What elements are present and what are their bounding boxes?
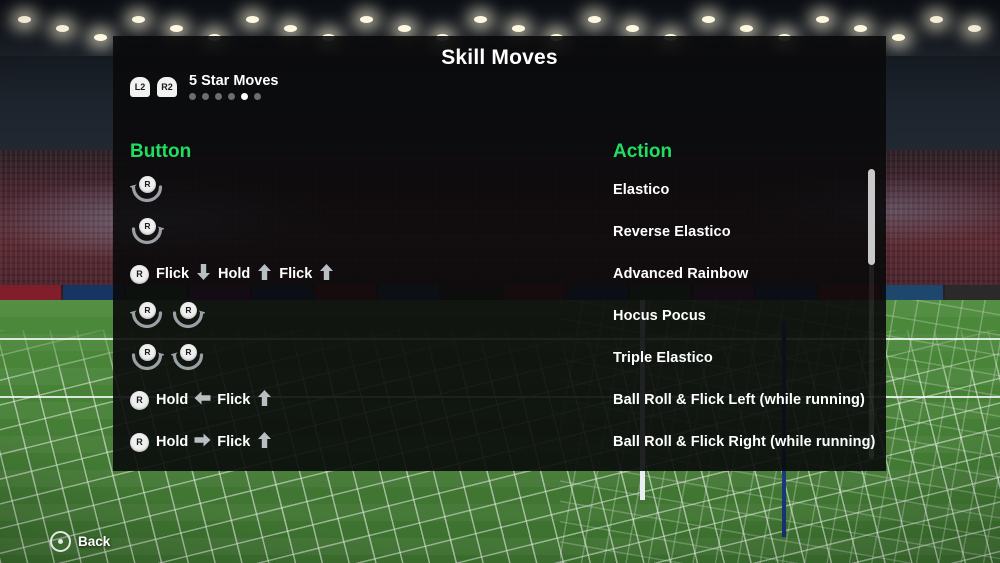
button-combo-cell: R Flick Hold Flick bbox=[130, 253, 334, 295]
button-combo-cell: R Hold Flick bbox=[130, 421, 272, 459]
page-dot-5[interactable] bbox=[241, 93, 248, 100]
action-label: Ball Roll & Flick Left (while running) bbox=[613, 392, 865, 408]
page-dots[interactable] bbox=[189, 93, 278, 100]
circle-button-icon bbox=[50, 531, 71, 552]
floodlight-lamp bbox=[170, 25, 183, 32]
right-stick-rotate-icon: R bbox=[130, 301, 164, 331]
right-stick-rotate-icon: R bbox=[130, 343, 164, 373]
action-label: Elastico bbox=[613, 182, 670, 198]
page-dot-6[interactable] bbox=[254, 93, 261, 100]
arrow-up-icon bbox=[257, 263, 272, 286]
combo-keyword: Flick bbox=[217, 434, 251, 450]
floodlight-lamp bbox=[702, 16, 715, 23]
combo-keyword: Flick bbox=[156, 266, 190, 282]
floodlight-lamp bbox=[816, 16, 829, 23]
page-dot-4[interactable] bbox=[228, 93, 235, 100]
floodlight-lamp bbox=[512, 25, 525, 32]
arrow-up-icon bbox=[319, 263, 334, 286]
right-stick-label: R bbox=[139, 302, 156, 319]
skill-move-row[interactable]: R Flick Hold Flick Advanced Rainbow bbox=[113, 253, 886, 295]
combo-keyword: Hold bbox=[156, 434, 189, 450]
floodlight-lamp bbox=[474, 16, 487, 23]
floodlight-lamp bbox=[398, 25, 411, 32]
action-label: Ball Roll & Flick Right (while running) bbox=[613, 434, 876, 450]
button-combo-cell: R bbox=[130, 211, 164, 253]
scrollbar[interactable] bbox=[868, 169, 875, 459]
combo-keyword: Hold bbox=[156, 392, 189, 408]
right-stick-label: R bbox=[180, 302, 197, 319]
page-label-group: 5 Star Moves bbox=[189, 74, 278, 100]
floodlight-lamp bbox=[18, 16, 31, 23]
skill-moves-list: R Elastico R Reverse Elastico R Flick Hold Flic… bbox=[113, 169, 886, 459]
right-stick-rotate-icon: R bbox=[171, 343, 205, 373]
combo-keyword: Flick bbox=[217, 392, 251, 408]
floodlight-lamp bbox=[132, 16, 145, 23]
right-stick-label: R bbox=[180, 344, 197, 361]
right-stick-label: R bbox=[139, 218, 156, 235]
page-dot-3[interactable] bbox=[215, 93, 222, 100]
back-label: Back bbox=[78, 534, 111, 549]
floodlight-lamp bbox=[56, 25, 69, 32]
arrow-up-icon bbox=[257, 431, 272, 454]
button-combo-cell: R bbox=[130, 169, 164, 211]
floodlight-lamp bbox=[246, 16, 259, 23]
action-label: Reverse Elastico bbox=[613, 224, 731, 240]
floodlight-lamp bbox=[94, 34, 107, 41]
back-button[interactable]: Back bbox=[50, 531, 110, 552]
right-stick-label: R bbox=[130, 432, 149, 452]
right-stick-label: R bbox=[139, 176, 156, 193]
skill-move-row[interactable]: R Elastico bbox=[113, 169, 886, 211]
right-stick-rotate-icon: R bbox=[171, 301, 205, 331]
button-combo-cell: RR bbox=[130, 295, 205, 337]
floodlight-lamp bbox=[854, 25, 867, 32]
action-label: Advanced Rainbow bbox=[613, 266, 749, 282]
floodlight-lamp bbox=[588, 16, 601, 23]
scrollbar-thumb[interactable] bbox=[868, 169, 875, 265]
skill-move-row[interactable]: R Hold Flick Ball Roll & Flick Right (while… bbox=[113, 421, 886, 459]
floodlight-lamp bbox=[930, 16, 943, 23]
arrow-left-icon bbox=[194, 389, 211, 412]
floodlight-lamp bbox=[892, 34, 905, 41]
page-dot-2[interactable] bbox=[202, 93, 209, 100]
arrow-down-icon bbox=[196, 263, 211, 286]
right-stick-icon: R bbox=[130, 390, 149, 410]
right-stick-rotate-icon: R bbox=[130, 175, 164, 205]
page-label: 5 Star Moves bbox=[189, 73, 279, 89]
floodlight-lamp bbox=[284, 25, 297, 32]
right-stick-label: R bbox=[139, 344, 156, 361]
floodlight-lamp bbox=[360, 16, 373, 23]
skill-move-row[interactable]: R R Hocus Pocus bbox=[113, 295, 886, 337]
combo-keyword: Flick bbox=[279, 266, 313, 282]
right-stick-label: R bbox=[130, 264, 149, 284]
button-combo-cell: R Hold Flick bbox=[130, 379, 272, 421]
right-stick-label: R bbox=[130, 390, 149, 410]
column-header-action: Action bbox=[613, 141, 673, 162]
combo-keyword: Hold bbox=[218, 266, 251, 282]
right-stick-icon: R bbox=[130, 432, 149, 452]
column-header-button: Button bbox=[130, 141, 192, 162]
right-stick-icon: R bbox=[130, 264, 149, 284]
r2-trigger-icon[interactable]: R2 bbox=[157, 77, 177, 97]
page-selector[interactable]: L2 R2 5 Star Moves bbox=[130, 74, 278, 100]
arrow-up-icon bbox=[257, 389, 272, 412]
floodlight-lamp bbox=[740, 25, 753, 32]
arrow-right-icon bbox=[194, 431, 211, 454]
floodlight-lamp bbox=[626, 25, 639, 32]
page-dot-1[interactable] bbox=[189, 93, 196, 100]
l2-trigger-icon[interactable]: L2 bbox=[130, 77, 150, 97]
skill-move-row[interactable]: R Hold Flick Ball Roll & Flick Left (while … bbox=[113, 379, 886, 421]
skill-move-row[interactable]: R Reverse Elastico bbox=[113, 211, 886, 253]
button-combo-cell: RR bbox=[130, 337, 205, 379]
action-label: Hocus Pocus bbox=[613, 308, 706, 324]
skill-moves-panel: Skill Moves L2 R2 5 Star Moves Button Ac… bbox=[113, 36, 886, 471]
right-stick-rotate-icon: R bbox=[130, 217, 164, 247]
action-label: Triple Elastico bbox=[613, 350, 713, 366]
floodlight-lamp bbox=[968, 25, 981, 32]
skill-move-row[interactable]: R R Triple Elastico bbox=[113, 337, 886, 379]
